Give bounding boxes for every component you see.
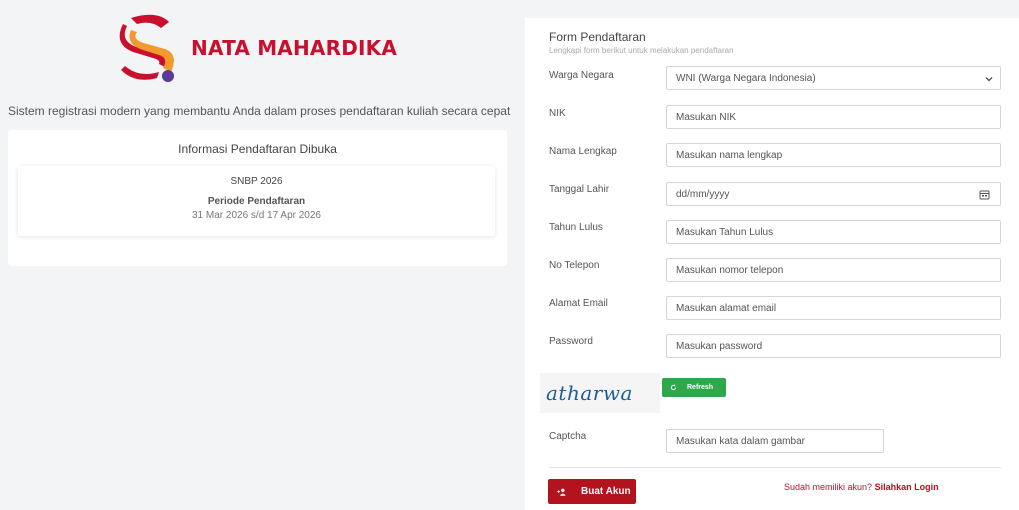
birth-date-placeholder: dd/mm/yyyy	[676, 188, 730, 200]
captcha-input[interactable]: Masukan kata dalam gambar	[666, 429, 884, 453]
registration-period-card: SNBP 2026 Periode Pendaftaran 31 Mar 202…	[18, 166, 495, 236]
nik-placeholder: Masukan NIK	[676, 111, 737, 123]
refresh-icon	[670, 384, 677, 391]
email-placeholder: Masukan alamat email	[676, 302, 777, 314]
brand-name: NATA MAHARDIKA	[191, 36, 398, 60]
phone-input[interactable]: Masukan nomor telepon	[666, 258, 1001, 282]
nik-input[interactable]: Masukan NIK	[666, 105, 1001, 129]
citizenship-select[interactable]: WNI (Warga Negara Indonesia)	[666, 66, 1001, 90]
login-prompt-text: Sudah memiliki akun?	[784, 482, 873, 492]
captcha-image: atharwa	[540, 373, 660, 413]
grad-year-placeholder: Masukan Tahun Lulus	[676, 226, 774, 238]
divider	[549, 467, 1001, 468]
info-title: Informasi Pendaftaran Dibuka	[178, 142, 337, 156]
login-link[interactable]: Silahkan Login	[875, 482, 939, 492]
full-name-label: Nama Lengkap	[549, 146, 617, 157]
birth-date-label: Tanggal Lahir	[549, 184, 610, 195]
chevron-down-icon	[985, 77, 993, 82]
info-card: Informasi Pendaftaran Dibuka SNBP 2026 P…	[8, 130, 507, 266]
period-label: Periode Pendaftaran	[207, 196, 306, 207]
refresh-captcha-button[interactable]: Refresh	[662, 378, 726, 397]
captcha-placeholder: Masukan kata dalam gambar	[676, 435, 805, 447]
full-name-input[interactable]: Masukan nama lengkap	[666, 143, 1001, 167]
password-placeholder: Masukan password	[676, 340, 763, 352]
phone-label: No Telepon	[549, 260, 600, 271]
birth-date-input[interactable]: dd/mm/yyyy	[666, 182, 1001, 206]
form-subtitle: Lengkapi form berikut untuk melakukan pe…	[549, 46, 734, 55]
nik-label: NIK	[549, 108, 566, 119]
calendar-icon[interactable]	[979, 189, 990, 200]
email-label: Alamat Email	[549, 298, 608, 309]
create-account-button[interactable]: Buat Akun	[548, 479, 636, 504]
registration-form: Form Pendaftaran Lengkapi form berikut u…	[525, 18, 1019, 510]
create-account-label: Buat Akun	[581, 486, 631, 497]
grad-year-input[interactable]: Masukan Tahun Lulus	[666, 220, 1001, 244]
phone-placeholder: Masukan nomor telepon	[676, 264, 784, 276]
email-input[interactable]: Masukan alamat email	[666, 296, 1001, 320]
password-input[interactable]: Masukan password	[666, 334, 1001, 358]
full-name-placeholder: Masukan nama lengkap	[676, 149, 783, 161]
citizenship-value: WNI (Warga Negara Indonesia)	[676, 72, 816, 84]
brand-logo: NATA MAHARDIKA	[111, 12, 411, 92]
form-title: Form Pendaftaran	[549, 30, 646, 44]
citizenship-label: Warga Negara	[549, 70, 614, 81]
refresh-label: Refresh	[687, 384, 714, 391]
program-name: SNBP 2026	[230, 176, 283, 187]
period-dates: 31 Mar 2026 s/d 17 Apr 2026	[192, 210, 321, 221]
captcha-label: Captcha	[549, 431, 587, 442]
login-prompt: Sudah memiliki akun? Silahkan Login	[784, 482, 939, 492]
tagline: Sistem registrasi modern yang membantu A…	[8, 104, 511, 118]
captcha-image-text: atharwa	[546, 381, 633, 405]
logo-mark-icon	[119, 14, 174, 82]
grad-year-label: Tahun Lulus	[549, 222, 603, 233]
password-label: Password	[549, 336, 593, 347]
user-add-icon	[557, 488, 566, 496]
left-column: NATA MAHARDIKA Sistem registrasi modern …	[8, 12, 511, 266]
